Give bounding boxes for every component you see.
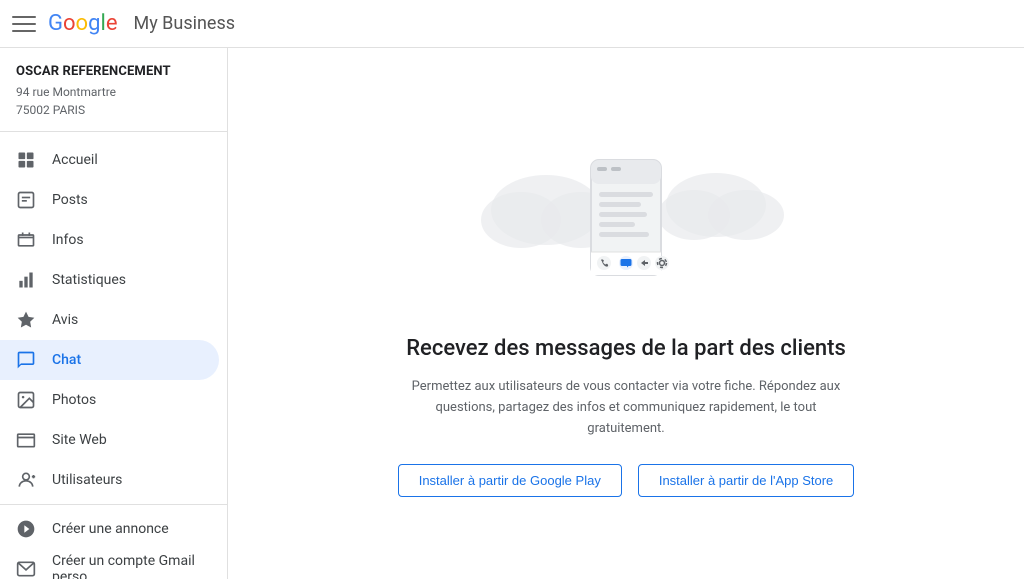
- address-line2: 75002 PARIS: [16, 103, 85, 117]
- sidebar-item-avis[interactable]: Avis: [0, 300, 219, 340]
- sidebar-item-statistiques[interactable]: Statistiques: [0, 260, 219, 300]
- address-line1: 94 rue Montmartre: [16, 85, 116, 99]
- sidebar-item-creer-annonce[interactable]: Créer une annonce: [0, 509, 219, 549]
- promo-buttons: Installer à partir de Google Play Instal…: [398, 464, 855, 497]
- sidebar-item-chat-label: Chat: [52, 352, 81, 368]
- infos-icon: [16, 230, 36, 250]
- sidebar-item-infos-label: Infos: [52, 232, 84, 248]
- stats-icon: [16, 270, 36, 290]
- users-icon: [16, 470, 36, 490]
- business-name: OSCAR REFERENCEMENT: [16, 64, 211, 79]
- chat-promo: Recevez des messages de la part des clie…: [386, 110, 866, 516]
- promo-illustration: [446, 130, 806, 310]
- content-area: Recevez des messages de la part des clie…: [228, 48, 1024, 579]
- website-icon: [16, 430, 36, 450]
- main-layout: OSCAR REFERENCEMENT 94 rue Montmartre 75…: [0, 48, 1024, 579]
- app-store-button[interactable]: Installer à partir de l'App Store: [638, 464, 854, 497]
- promo-title: Recevez des messages de la part des clie…: [406, 334, 846, 365]
- sidebar: OSCAR REFERENCEMENT 94 rue Montmartre 75…: [0, 48, 228, 579]
- business-info: OSCAR REFERENCEMENT 94 rue Montmartre 75…: [0, 48, 227, 132]
- topbar: Google My Business: [0, 0, 1024, 48]
- nav-list: Accueil Posts Infos Sta: [0, 132, 227, 579]
- sidebar-item-posts-label: Posts: [52, 192, 88, 208]
- photos-icon: [16, 390, 36, 410]
- google-play-button[interactable]: Installer à partir de Google Play: [398, 464, 622, 497]
- sidebar-item-accueil[interactable]: Accueil: [0, 140, 219, 180]
- sidebar-item-utilisateurs-label: Utilisateurs: [52, 472, 122, 488]
- illustration: [446, 130, 806, 310]
- sidebar-item-infos[interactable]: Infos: [0, 220, 219, 260]
- hamburger-menu[interactable]: [12, 12, 36, 36]
- sidebar-item-photos[interactable]: Photos: [0, 380, 219, 420]
- sidebar-item-utilisateurs[interactable]: Utilisateurs: [0, 460, 219, 500]
- home-icon: [16, 150, 36, 170]
- google-logo: Google: [48, 11, 117, 36]
- sidebar-item-accueil-label: Accueil: [52, 152, 98, 168]
- promo-description: Permettez aux utilisateurs de vous conta…: [406, 377, 846, 439]
- nav-divider: [0, 504, 227, 505]
- sidebar-item-photos-label: Photos: [52, 392, 96, 408]
- sidebar-item-creer-gmail-label: Créer un compte Gmail perso...: [52, 553, 203, 579]
- sidebar-item-site-web[interactable]: Site Web: [0, 420, 219, 460]
- sidebar-item-creer-annonce-label: Créer une annonce: [52, 521, 169, 537]
- gmail-icon: [16, 559, 36, 579]
- sidebar-item-site-web-label: Site Web: [52, 432, 107, 448]
- star-icon: [16, 310, 36, 330]
- sidebar-item-posts[interactable]: Posts: [0, 180, 219, 220]
- posts-icon: [16, 190, 36, 210]
- sidebar-item-creer-gmail[interactable]: Créer un compte Gmail perso...: [0, 549, 219, 579]
- sidebar-item-avis-label: Avis: [52, 312, 78, 328]
- sidebar-item-chat[interactable]: Chat: [0, 340, 219, 380]
- annonce-icon: [16, 519, 36, 539]
- app-title: My Business: [133, 13, 235, 34]
- sidebar-item-statistiques-label: Statistiques: [52, 272, 126, 288]
- business-address: 94 rue Montmartre 75002 PARIS: [16, 83, 211, 119]
- chat-icon: [16, 350, 36, 370]
